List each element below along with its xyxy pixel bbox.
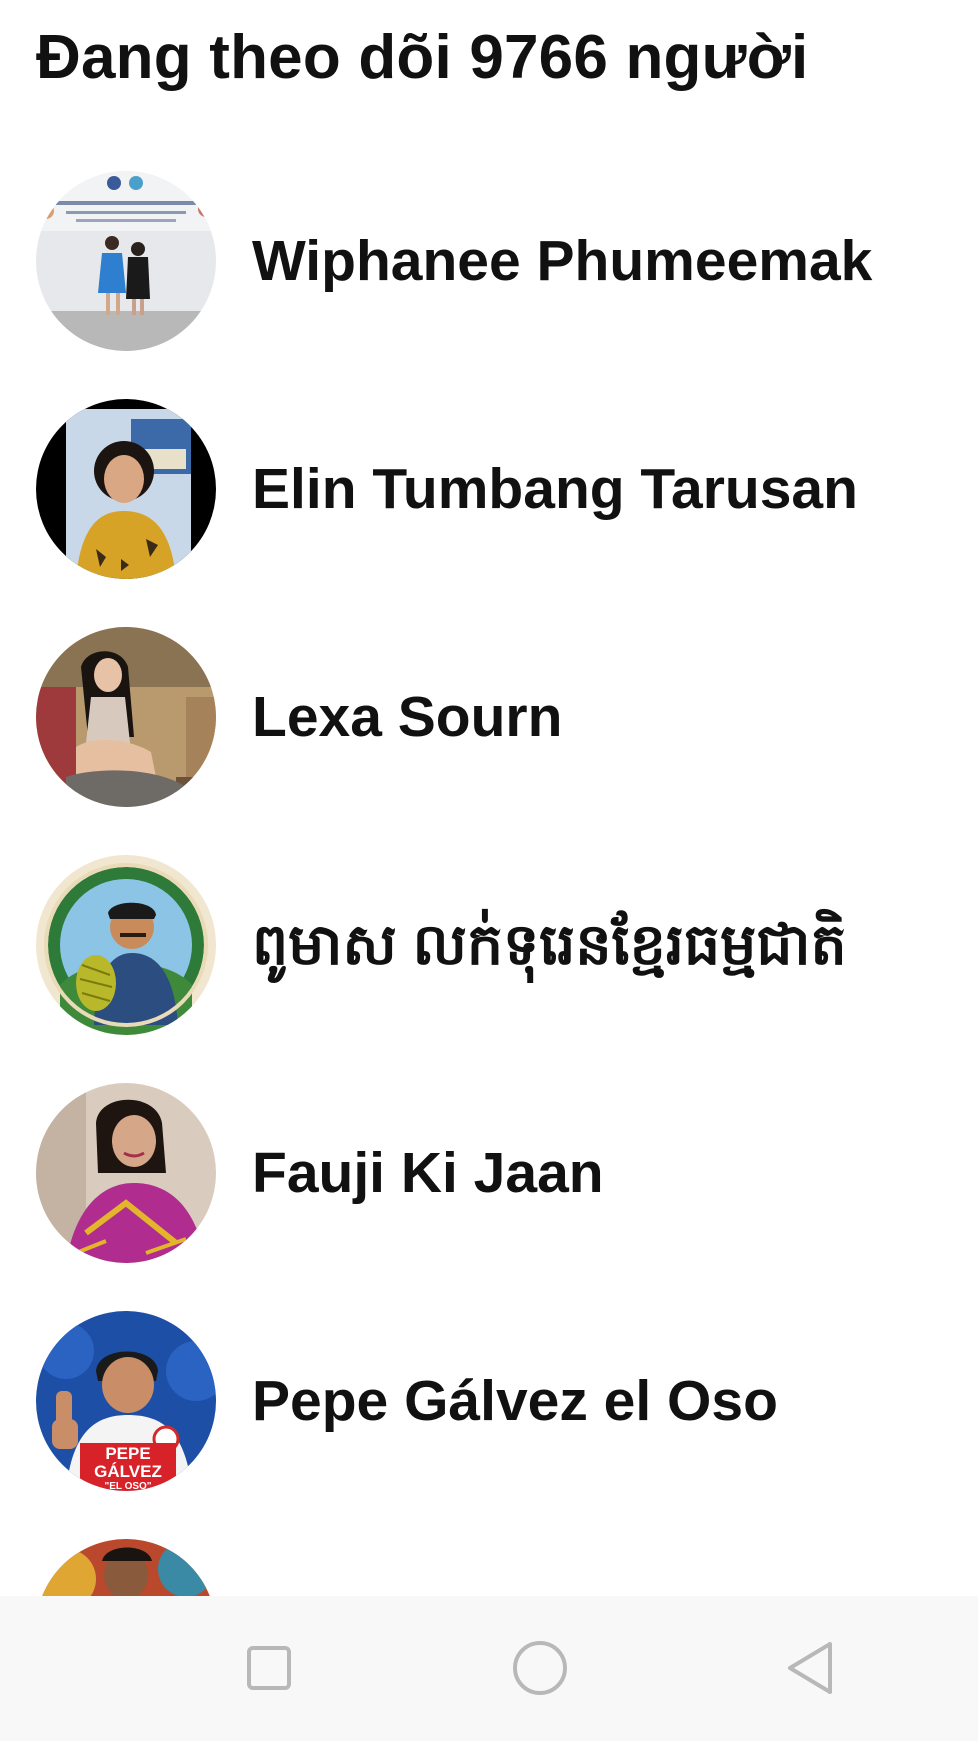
- square-icon: [247, 1646, 291, 1690]
- avatar-text: GÁLVEZ: [94, 1462, 162, 1481]
- profile-name[interactable]: Elin Tumbang Tarusan: [252, 399, 858, 579]
- avatar-image: PEPE GÁLVEZ "EL OSO": [36, 1311, 216, 1491]
- profile-name[interactable]: Lexa Sourn: [252, 627, 562, 807]
- avatar-image: [36, 171, 216, 351]
- triangle-back-icon: [788, 1642, 832, 1694]
- back-button[interactable]: [778, 1636, 842, 1700]
- avatar-image: [36, 855, 216, 1035]
- recents-button[interactable]: [237, 1636, 301, 1700]
- list-item[interactable]: PEPE GÁLVEZ "EL OSO" Pepe Gálvez el Oso: [0, 1311, 978, 1539]
- avatar[interactable]: [36, 1539, 216, 1596]
- list-item[interactable]: Lexa Sourn: [0, 627, 978, 855]
- avatar-image: [36, 1539, 216, 1596]
- avatar-image: [36, 399, 216, 579]
- list-item[interactable]: ពូមាស លក់ទុរេនខ្មែរធម្មជាតិ: [0, 855, 978, 1083]
- circle-icon: [513, 1641, 567, 1695]
- avatar[interactable]: [36, 399, 216, 579]
- profile-name[interactable]: ពូមាស លក់ទុរេនខ្មែរធម្មជាតិ: [252, 855, 847, 1035]
- list-item[interactable]: Wiphanee Phumeemak: [0, 171, 978, 399]
- home-button[interactable]: [508, 1636, 572, 1700]
- avatar-image: [36, 1083, 216, 1263]
- list-item[interactable]: Elin Tumbang Tarusan: [0, 399, 978, 627]
- avatar-text: "EL OSO": [104, 1481, 151, 1491]
- avatar[interactable]: PEPE GÁLVEZ "EL OSO": [36, 1311, 216, 1491]
- profile-name[interactable]: Wiphanee Phumeemak: [252, 171, 872, 351]
- avatar[interactable]: [36, 627, 216, 807]
- profile-name[interactable]: Fauji Ki Jaan: [252, 1083, 604, 1263]
- following-list: Wiphanee Phumeemak Elin Tumbang Tarusan: [0, 0, 978, 1596]
- system-navigation-bar: [0, 1596, 978, 1741]
- profile-name[interactable]: Pepe Gálvez el Oso: [252, 1311, 778, 1491]
- list-item[interactable]: [0, 1539, 978, 1596]
- avatar[interactable]: [36, 855, 216, 1035]
- avatar[interactable]: [36, 1083, 216, 1263]
- avatar-text: PEPE: [105, 1444, 150, 1463]
- avatar[interactable]: [36, 171, 216, 351]
- avatar-image: [36, 627, 216, 807]
- list-item[interactable]: Fauji Ki Jaan: [0, 1083, 978, 1311]
